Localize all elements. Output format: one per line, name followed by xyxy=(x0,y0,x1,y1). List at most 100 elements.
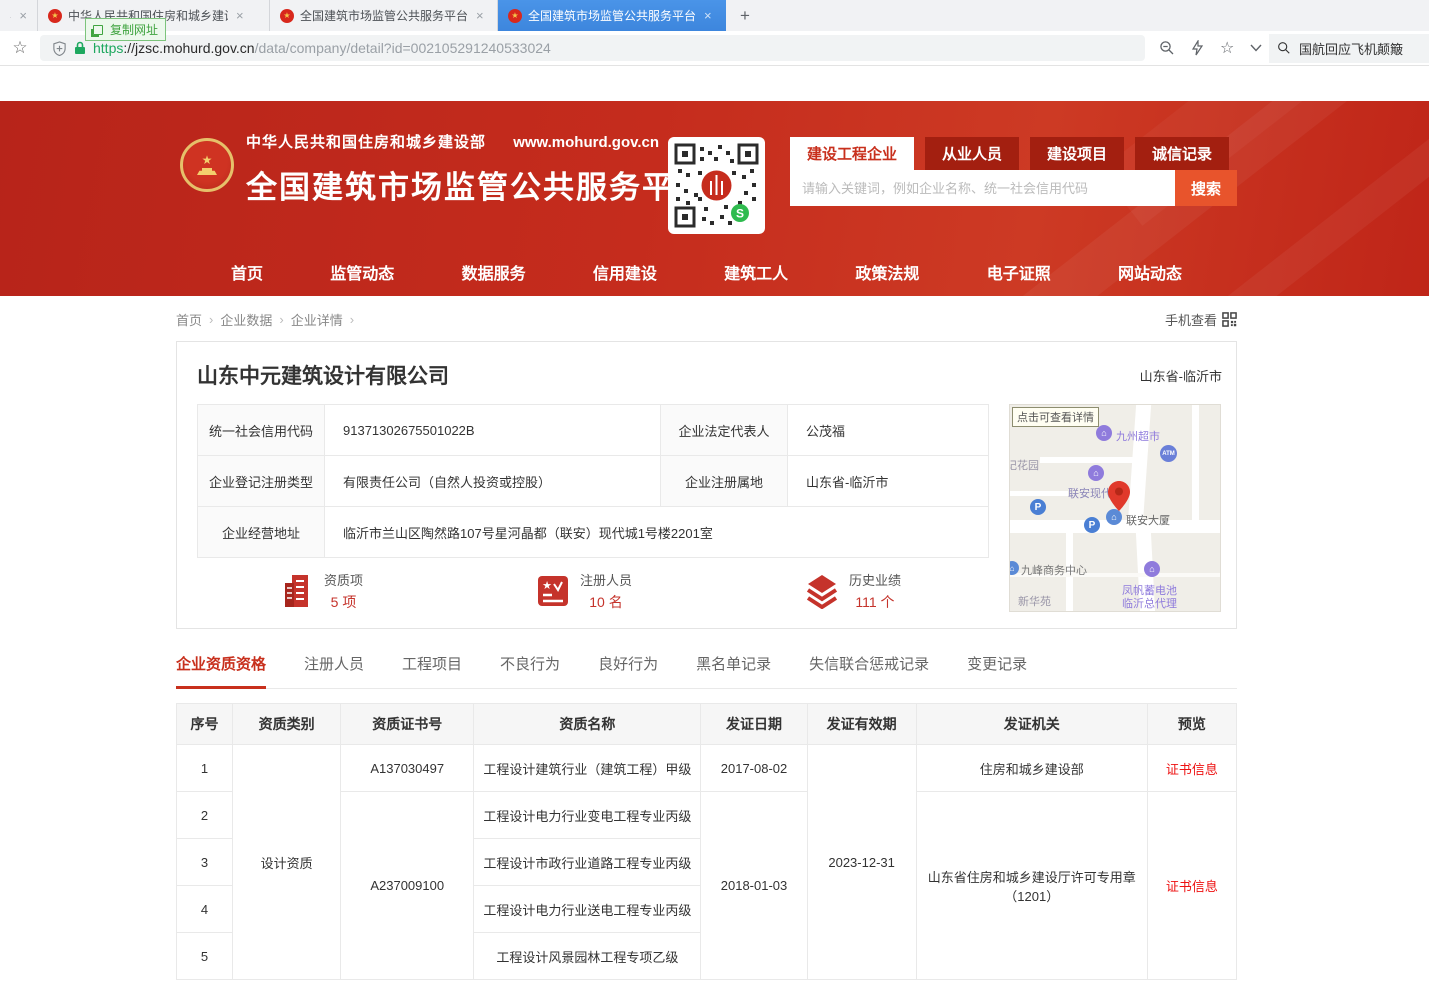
url-scheme: https xyxy=(93,40,123,56)
table-row: 企业经营地址 临沂市兰山区陶然路107号星河晶都（联安）现代城1号楼2201室 xyxy=(198,507,989,558)
tab-good-behavior[interactable]: 良好行为 xyxy=(598,653,658,688)
tab-bad-behavior[interactable]: 不良行为 xyxy=(500,653,560,688)
toolbar-icons: ☆ xyxy=(1159,38,1262,58)
qual-name: 工程设计电力行业送电工程专业丙级 xyxy=(474,886,701,933)
nav-item-policy[interactable]: 政策法规 xyxy=(855,260,919,284)
copy-icon xyxy=(93,25,103,35)
authority-line-1: 山东省住房和城乡建设厅许可专用章 xyxy=(917,867,1147,886)
bookmark-star-icon[interactable]: ☆ xyxy=(0,38,40,58)
supermarket-pin-icon: ⌂ xyxy=(1096,425,1112,441)
search-tab-credit[interactable]: 诚信记录 xyxy=(1135,137,1229,170)
shield-icon[interactable] xyxy=(52,41,67,56)
parking-icon: P xyxy=(1030,499,1046,515)
reg-type-label: 企业登记注册类型 xyxy=(198,456,325,507)
tab-title: 全国建筑市场监管公共服务平台 xyxy=(528,7,696,24)
chevron-down-icon[interactable] xyxy=(1250,44,1262,52)
company-info-table: 统一社会信用代码 91371302675501022B 企业法定代表人 公茂福 … xyxy=(197,404,989,558)
stat-label: 历史业绩 xyxy=(849,570,901,589)
search-input[interactable] xyxy=(790,170,1175,206)
cert-no: A137030497 xyxy=(341,745,474,792)
new-tab-button[interactable]: + xyxy=(726,0,764,31)
nav-item-data[interactable]: 数据服务 xyxy=(462,260,526,284)
location-map[interactable]: 点击可查看详情 ⌂ 九州超市 ATM 记花园 ⌂ 联安现代城 ⌂ 联安大厦 P … xyxy=(1009,404,1221,612)
tab-qualifications[interactable]: 企业资质资格 xyxy=(176,653,266,689)
row-no: 5 xyxy=(177,933,233,980)
building-pin-icon: ⌂ xyxy=(1106,509,1122,525)
col-authority: 发证机关 xyxy=(916,704,1147,745)
qual-name: 工程设计风景园林工程专项乙级 xyxy=(474,933,701,980)
lightning-icon[interactable] xyxy=(1191,40,1204,56)
national-emblem-icon: ★ xyxy=(180,138,234,192)
map-hint-label: 点击可查看详情 xyxy=(1012,407,1099,427)
nav-item-creditbuild[interactable]: 信用建设 xyxy=(593,260,657,284)
company-card: 山东中元建筑设计有限公司 山东省-临沂市 统一社会信用代码 9137130267… xyxy=(176,341,1237,629)
map-label-garden: 记花园 xyxy=(1009,457,1039,473)
breadcrumb-company-detail[interactable]: 企业详情 xyxy=(291,310,343,329)
parking-icon: P xyxy=(1084,517,1100,533)
breadcrumb-company-data[interactable]: 企业数据 xyxy=(220,310,272,329)
qual-name: 工程设计建筑行业（建筑工程）甲级 xyxy=(474,745,701,792)
close-icon[interactable]: × xyxy=(19,8,27,23)
breadcrumb-home[interactable]: 首页 xyxy=(176,310,202,329)
issue-authority: 住房和城乡建设部 xyxy=(916,745,1147,792)
zoom-out-icon[interactable] xyxy=(1159,40,1175,56)
nav-item-home[interactable]: 首页 xyxy=(231,260,263,284)
table-header-row: 序号 资质类别 资质证书号 资质名称 发证日期 发证有效期 发证机关 预览 xyxy=(177,704,1237,745)
url-host: ://jzsc.mohurd.gov.cn xyxy=(123,40,254,56)
legal-rep-label: 企业法定代表人 xyxy=(661,405,788,456)
chevron-right-icon: › xyxy=(209,312,213,327)
nav-item-licenses[interactable]: 电子证照 xyxy=(987,260,1051,284)
news-search-text: 国航回应飞机颠簸 xyxy=(1299,39,1403,58)
mobile-view-link[interactable]: 手机查看 xyxy=(1165,310,1237,329)
news-search-box[interactable]: 国航回应飞机颠簸 xyxy=(1269,34,1429,63)
ministry-name: 中华人民共和国住房和城乡建设部 xyxy=(246,134,486,151)
qual-name: 工程设计电力行业变电工程专业丙级 xyxy=(474,792,701,839)
qual-name: 工程设计市政行业道路工程专业丙级 xyxy=(474,839,701,886)
nav-item-workers[interactable]: 建筑工人 xyxy=(724,260,788,284)
col-cert-no: 资质证书号 xyxy=(341,704,474,745)
tab-blacklist[interactable]: 黑名单记录 xyxy=(696,653,771,688)
url-field[interactable]: https://jzsc.mohurd.gov.cn/data/company/… xyxy=(40,35,1145,61)
browser-tab-jzsc-active[interactable]: ★ 全国建筑市场监管公共服务平台 × xyxy=(498,0,726,31)
close-icon[interactable]: × xyxy=(476,8,484,23)
close-icon[interactable]: × xyxy=(236,8,244,23)
map-road xyxy=(1040,457,1135,463)
certificate-info-link[interactable]: 证书信息 xyxy=(1166,879,1218,894)
svg-text:★: ★ xyxy=(542,580,552,592)
tab-dishonesty[interactable]: 失信联合惩戒记录 xyxy=(809,653,929,688)
tab-projects[interactable]: 工程项目 xyxy=(402,653,462,688)
table-row: 1 设计资质 A137030497 工程设计建筑行业（建筑工程）甲级 2017-… xyxy=(177,745,1237,792)
col-issue-date: 发证日期 xyxy=(701,704,807,745)
tab-change-record[interactable]: 变更记录 xyxy=(967,653,1027,688)
layers-icon xyxy=(805,573,839,609)
validity-date: 2023-12-31 xyxy=(807,745,916,980)
search-category-tabs: 建设工程企业 从业人员 建设项目 诚信记录 xyxy=(790,137,1237,170)
stat-history-performance: 历史业绩 111 个 xyxy=(805,570,901,612)
nav-item-supervision[interactable]: 监管动态 xyxy=(330,260,394,284)
browser-tab-partial[interactable]: 界 × xyxy=(0,0,38,31)
search-tab-enterprise[interactable]: 建设工程企业 xyxy=(790,137,914,170)
col-qual-name: 资质名称 xyxy=(474,704,701,745)
nav-item-news[interactable]: 网站动态 xyxy=(1118,260,1182,284)
shop-pin-icon: ⌂ xyxy=(1088,465,1104,481)
browser-tab-jzsc-1[interactable]: ★ 全国建筑市场监管公共服务平台 × xyxy=(270,0,498,31)
search-tab-personnel[interactable]: 从业人员 xyxy=(925,137,1019,170)
col-category: 资质类别 xyxy=(233,704,341,745)
tab-registered-personnel[interactable]: 注册人员 xyxy=(304,653,364,688)
close-icon[interactable]: × xyxy=(704,8,712,23)
col-no: 序号 xyxy=(177,704,233,745)
search-button[interactable]: 搜索 xyxy=(1175,170,1237,206)
stat-label: 资质项 xyxy=(324,570,363,589)
battery-pin-icon: ⌂ xyxy=(1144,561,1160,577)
favorite-star-icon[interactable]: ☆ xyxy=(1220,38,1234,58)
svg-text:S: S xyxy=(736,207,744,221)
map-label-supermarket: 九州超市 xyxy=(1116,428,1160,444)
certificate-info-link[interactable]: 证书信息 xyxy=(1166,762,1218,777)
map-label-battery-2: 临沂总代理 xyxy=(1122,595,1177,611)
search-tab-project[interactable]: 建设项目 xyxy=(1030,137,1124,170)
certificate-badge-icon: ★ xyxy=(536,574,570,608)
reg-region-value: 山东省-临沂市 xyxy=(788,456,989,507)
map-road xyxy=(1127,404,1151,529)
credit-code-value: 91371302675501022B xyxy=(325,405,661,456)
search-icon xyxy=(1277,41,1291,55)
